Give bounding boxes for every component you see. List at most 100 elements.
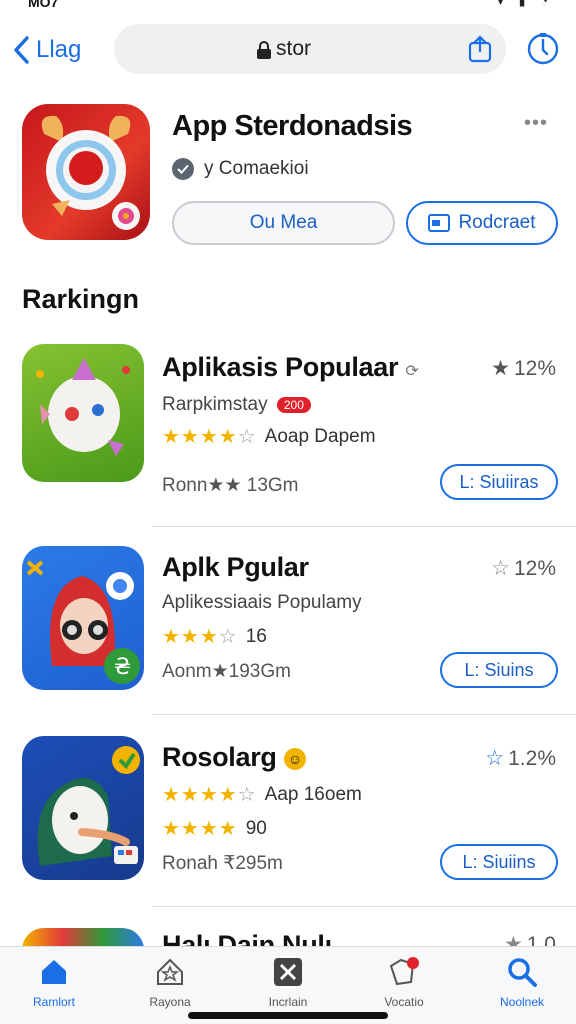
get-button[interactable]: L: Siuiins: [440, 844, 558, 880]
app-rank: ★ 1.0: [503, 932, 556, 947]
lock-icon: [257, 41, 271, 59]
developer-name: y Comaekioi: [204, 158, 309, 179]
app-name-text: Rosolarg: [162, 742, 277, 772]
stars-filled: ★★★★: [162, 818, 238, 840]
app-meta: Ronah ₹295m: [162, 853, 283, 874]
chevron-left-icon: [14, 36, 29, 64]
list-item[interactable]: ₴ Aplk Pgular Aplikessiaais Populamy ★★★…: [0, 546, 576, 716]
rank-star-icon: ★: [503, 933, 523, 946]
app-rank: ☆ 12%: [491, 556, 556, 581]
app-rating: ★★★★ ☆ Aoap Dapem: [162, 424, 376, 449]
app-meta: Aonm★193Gm: [162, 661, 291, 682]
list-item[interactable]: Rosolarg ☺ ★★★★ ☆ Aap 16oem ★★★★ 90 Ronah…: [0, 736, 576, 906]
app-name-text: Aplikasis Populaar: [162, 352, 399, 382]
home-indicator: [188, 1012, 388, 1019]
star-tab-icon: [157, 958, 183, 985]
app-artwork: ₴: [26, 560, 140, 684]
tab-home[interactable]: Ramlort: [4, 955, 104, 1009]
rating-text: 90: [245, 817, 267, 839]
app-rating-secondary: ★★★★ 90: [162, 816, 267, 841]
divider: [152, 906, 576, 907]
svg-text:₴: ₴: [114, 655, 131, 680]
tab-featured[interactable]: Rayona: [120, 955, 220, 1009]
rating-text: 16: [245, 625, 267, 647]
app-name: Halı Dain Nulı: [162, 930, 332, 946]
tab-label: Rayona: [149, 995, 191, 1009]
rank-star-icon: ★: [491, 357, 510, 380]
status-time: MO7: [28, 0, 59, 10]
hero-developer: y Comaekioi: [172, 158, 309, 180]
rank-text: 1.2%: [508, 746, 556, 770]
hero-app-title: App Sterdonadsis: [172, 110, 413, 142]
rating-text: Aap 16oem: [264, 783, 362, 805]
get-button[interactable]: L: Siuiiras: [440, 464, 558, 500]
tab-label: Incrlain: [268, 995, 308, 1009]
tab-label: Vocatio: [384, 995, 424, 1009]
search-icon: [508, 958, 537, 987]
games-icon: [274, 958, 302, 986]
app-subtitle: Rarpkimstay 200: [162, 394, 311, 416]
list-item[interactable]: Aplikasis Populaar ⟳ Rarpkimstay 200 ★★★…: [0, 344, 576, 528]
app-icon: [22, 928, 144, 946]
rank-text: 1.0: [526, 932, 556, 947]
open-button[interactable]: Ou Mea: [172, 201, 395, 245]
more-options-icon[interactable]: •••: [524, 112, 548, 135]
back-button[interactable]: Llag: [12, 30, 81, 70]
home-icon: [42, 960, 66, 984]
compass-icon[interactable]: [526, 32, 560, 66]
stars-empty: ☆: [218, 626, 238, 648]
app-name: Rosolarg ☺: [162, 742, 306, 773]
divider: [152, 526, 576, 527]
app-artwork: [36, 358, 130, 456]
divider: [152, 714, 576, 715]
rating-text: Aoap Dapem: [264, 425, 376, 447]
rank-star-icon: ☆: [491, 557, 510, 580]
verified-check-icon: [172, 158, 194, 180]
hero-app-artwork: [41, 115, 140, 230]
app-artwork: [37, 746, 140, 866]
rank-text: 12%: [513, 356, 556, 380]
rank-text: 12%: [513, 556, 556, 580]
tab-search[interactable]: Noolnek: [472, 955, 572, 1009]
section-title: Rarkingn: [22, 284, 140, 314]
tab-label: Noolnek: [499, 995, 545, 1009]
address-bar[interactable]: stor: [114, 24, 506, 74]
app-rank: ☆ 1.2%: [485, 746, 556, 771]
app-name: Aplikasis Populaar ⟳: [162, 352, 419, 383]
stars-filled: ★★★★: [162, 426, 238, 448]
hero-app-icon[interactable]: [22, 104, 150, 240]
app-icon: ₴: [22, 546, 144, 690]
app-name: Aplk Pgular: [162, 552, 309, 582]
share-icon[interactable]: [468, 35, 492, 63]
report-label: Rodcraet: [458, 212, 536, 233]
report-button[interactable]: Rodcraet: [406, 201, 558, 245]
stars-filled: ★★★★: [162, 784, 238, 806]
app-icon: [22, 736, 144, 880]
app-store-page: MO7 ▾ ▮ ◔ Llag stor App Sterdonadsis •••…: [0, 0, 576, 1024]
status-bar: MO7 ▾ ▮ ◔: [0, 0, 576, 14]
list-item[interactable]: Halı Dain Nulı ★ 1.0: [0, 924, 576, 946]
emoji-face-icon: ☺: [283, 747, 306, 770]
status-icons: ▾ ▮ ◔: [497, 0, 554, 8]
tab-updates[interactable]: Vocatio: [354, 955, 454, 1009]
address-text: stor: [276, 37, 312, 60]
tab-games[interactable]: Incrlain: [238, 955, 338, 1009]
updates-icon: [389, 957, 419, 986]
back-label: Llag: [36, 36, 82, 63]
app-icon: [22, 344, 144, 482]
stars-filled: ★★★: [162, 626, 219, 648]
app-subtitle-text: Rarpkimstay: [162, 394, 268, 415]
stars-empty: ☆: [237, 426, 257, 448]
app-rating: ★★★★ ☆ Aap 16oem: [162, 782, 362, 807]
tab-label: Ramlort: [32, 995, 75, 1009]
get-button[interactable]: L: Siuins: [440, 652, 558, 688]
report-icon: [428, 214, 451, 232]
app-badge: 200: [276, 396, 311, 413]
app-rank: ★ 12%: [491, 356, 556, 381]
app-meta: Ronn★★ 13Gm: [162, 475, 299, 496]
navigation-bar: Llag stor: [0, 22, 576, 76]
refresh-icon: ⟳: [405, 363, 419, 380]
app-subtitle: Aplikessiaais Populamy: [162, 592, 362, 613]
stars-empty: ☆: [237, 784, 257, 806]
rank-star-icon: ☆: [485, 747, 505, 770]
